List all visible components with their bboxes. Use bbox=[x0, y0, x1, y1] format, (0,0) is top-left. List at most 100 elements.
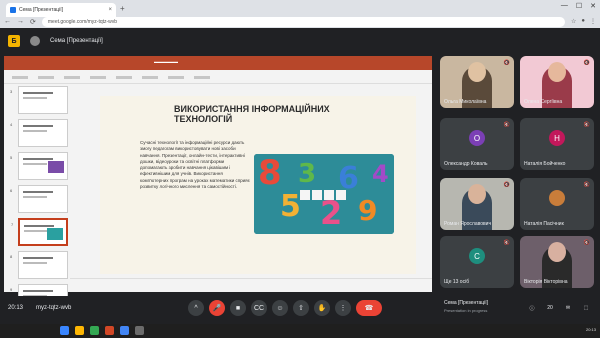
mic-muted-icon: 🔇 bbox=[583, 60, 590, 66]
participant-name: Олександр Коваль bbox=[444, 161, 488, 167]
meeting-code: myz-tqtz-wvb bbox=[36, 305, 72, 311]
slide-number: 6 bbox=[10, 188, 13, 193]
slide-body-text: Сучасні технології та інформаційні ресур… bbox=[140, 140, 250, 190]
slide-number: 8 bbox=[10, 254, 13, 259]
participant-face bbox=[548, 62, 566, 82]
meeting-time: 20:13 bbox=[8, 305, 24, 311]
participant-tile[interactable]: 🔇 Вікторія Вікторівна bbox=[520, 236, 594, 288]
new-tab-button[interactable]: + bbox=[120, 4, 125, 13]
participant-initial: С bbox=[469, 248, 485, 264]
participant-face bbox=[548, 242, 566, 262]
participant-name: Роман Ярославович bbox=[444, 221, 492, 227]
tab-close-icon[interactable]: × bbox=[108, 7, 112, 13]
camera-button[interactable]: ■ bbox=[230, 300, 246, 316]
meet-header: Б Сема [Презентації] bbox=[0, 28, 600, 54]
slide-thumbnails: 3 4 5 6 7 8 9 bbox=[8, 86, 70, 312]
participant-tile[interactable]: 🔇 Ольга Миколаївна bbox=[440, 56, 514, 108]
taskbar-clock: 20:13 bbox=[585, 327, 596, 332]
more-options-button[interactable]: ⋮ bbox=[335, 300, 351, 316]
present-button[interactable]: ⇧ bbox=[293, 300, 309, 316]
svg-text:9: 9 bbox=[358, 194, 377, 227]
slide-number: 9 bbox=[10, 287, 13, 292]
mic-muted-icon: 🔇 bbox=[503, 182, 510, 188]
slide-thumbnail[interactable]: 7 bbox=[11, 218, 68, 246]
start-icon[interactable] bbox=[60, 326, 69, 335]
browser-toolbar-icons: ☆ ● ⋮ bbox=[571, 18, 596, 25]
browser-bar: Сема [Презентації] × + — ☐ ✕ ← → ⟳ meet.… bbox=[0, 0, 600, 28]
mic-muted-icon: 🔇 bbox=[583, 240, 590, 246]
slide-title: ВИКОРИСТАННЯ ІНФОРМАЦІЙНИХ ТЕХНОЛОГІЙ bbox=[174, 104, 330, 124]
reload-button[interactable]: ⟳ bbox=[30, 18, 36, 26]
presenter-name: Сема [Презентації] bbox=[444, 300, 488, 306]
numbers-image: 8 5 3 2 6 9 4 bbox=[254, 154, 394, 234]
mic-muted-icon: 🔇 bbox=[583, 122, 590, 128]
participant-initial: О bbox=[469, 130, 485, 146]
minimize-button[interactable]: — bbox=[561, 2, 568, 10]
chat-icon[interactable]: ✉ bbox=[562, 302, 574, 314]
participant-name: Наталія Пасічник bbox=[524, 221, 564, 227]
raise-hand-button[interactable]: ✋ bbox=[314, 300, 330, 316]
activities-icon[interactable]: ⬚ bbox=[580, 302, 592, 314]
side-panel-controls: ⓘ 20 ✉ ⬚ bbox=[526, 302, 592, 314]
slide-thumbnail[interactable]: 6 bbox=[10, 185, 68, 213]
expand-icon[interactable]: ^ bbox=[188, 300, 204, 316]
current-slide: ВИКОРИСТАННЯ ІНФОРМАЦІЙНИХ ТЕХНОЛОГІЙ Су… bbox=[100, 96, 416, 274]
slide-thumbnail[interactable]: 8 bbox=[10, 251, 68, 279]
mic-muted-icon: 🔇 bbox=[503, 240, 510, 246]
participant-name: Ще 13 осіб bbox=[444, 279, 470, 285]
emoji-button[interactable]: ☺ bbox=[272, 300, 288, 316]
forward-button[interactable]: → bbox=[17, 18, 24, 25]
end-call-button[interactable]: ☎ bbox=[356, 300, 382, 316]
app-icon-2[interactable] bbox=[135, 326, 144, 335]
info-icon[interactable]: ⓘ bbox=[526, 302, 538, 314]
participant-name: Олена Сергіївна bbox=[524, 99, 563, 105]
presenter-avatar bbox=[30, 36, 40, 46]
mic-off-button[interactable]: 🎤 bbox=[209, 300, 225, 316]
chrome-icon[interactable] bbox=[90, 326, 99, 335]
tab-title: Сема [Презентації] bbox=[19, 7, 63, 13]
powerpoint-icon[interactable] bbox=[105, 326, 114, 335]
mic-muted-icon: 🔇 bbox=[583, 182, 590, 188]
participant-face bbox=[468, 184, 486, 204]
back-button[interactable]: ← bbox=[4, 18, 11, 25]
captions-button[interactable]: CC bbox=[251, 300, 267, 316]
svg-text:3: 3 bbox=[298, 159, 316, 189]
participant-tile[interactable]: 🔇 Роман Ярославович bbox=[440, 178, 514, 230]
maximize-button[interactable]: ☐ bbox=[576, 2, 582, 10]
meeting-title: Сема [Презентації] bbox=[50, 38, 103, 44]
address-bar[interactable]: meet.google.com/myz-tqtz-wvb bbox=[41, 16, 565, 27]
participant-name: Наталія Бойченко bbox=[524, 161, 566, 167]
participant-name: Вікторія Вікторівна bbox=[524, 279, 568, 285]
slide-thumbnail[interactable]: 3 bbox=[10, 86, 68, 114]
powerpoint-titlebar: ▬▬▬▬▬▬ bbox=[4, 56, 432, 70]
window-controls: — ☐ ✕ bbox=[561, 2, 596, 10]
participant-tile[interactable]: Н 🔇 Наталія Бойченко bbox=[520, 118, 594, 170]
call-controls: ^ 🎤 ■ CC ☺ ⇧ ✋ ⋮ ☎ bbox=[188, 300, 382, 316]
slide-thumbnail[interactable]: 5 bbox=[10, 152, 68, 180]
close-window-button[interactable]: ✕ bbox=[590, 2, 596, 10]
slide-number: 7 bbox=[11, 222, 14, 227]
menu-icon[interactable]: ⋮ bbox=[590, 18, 596, 25]
star-icon[interactable]: ☆ bbox=[571, 18, 576, 25]
notes-bar bbox=[70, 278, 432, 292]
os-taskbar: 20:13 bbox=[0, 324, 600, 338]
slide-thumbnail[interactable]: 4 bbox=[10, 119, 68, 147]
address-row: ← → ⟳ meet.google.com/myz-tqtz-wvb ☆ ● ⋮ bbox=[0, 15, 600, 28]
slide-number: 3 bbox=[10, 89, 13, 94]
participant-tile[interactable]: С 🔇 Ще 13 осіб bbox=[440, 236, 514, 288]
meet-favicon bbox=[10, 7, 16, 13]
svg-text:5: 5 bbox=[280, 189, 301, 224]
participant-initial: Н bbox=[549, 130, 565, 146]
participant-tile[interactable]: 🔇 Олена Сергіївна bbox=[520, 56, 594, 108]
powerpoint-ribbon bbox=[4, 70, 432, 84]
participant-tile[interactable]: О 🔇 Олександр Коваль bbox=[440, 118, 514, 170]
meeting-controls-bar: 20:13 myz-tqtz-wvb ^ 🎤 ■ CC ☺ ⇧ ✋ ⋮ ☎ Се… bbox=[0, 296, 600, 324]
participant-tile[interactable]: 🔇 Наталія Пасічник bbox=[520, 178, 594, 230]
explorer-icon[interactable] bbox=[75, 326, 84, 335]
people-count[interactable]: 20 bbox=[544, 302, 556, 314]
slide-number: 5 bbox=[10, 155, 13, 160]
app-icon[interactable] bbox=[120, 326, 129, 335]
app-logo: Б bbox=[8, 35, 20, 47]
profile-icon[interactable]: ● bbox=[581, 18, 585, 25]
svg-text:4: 4 bbox=[372, 160, 389, 188]
